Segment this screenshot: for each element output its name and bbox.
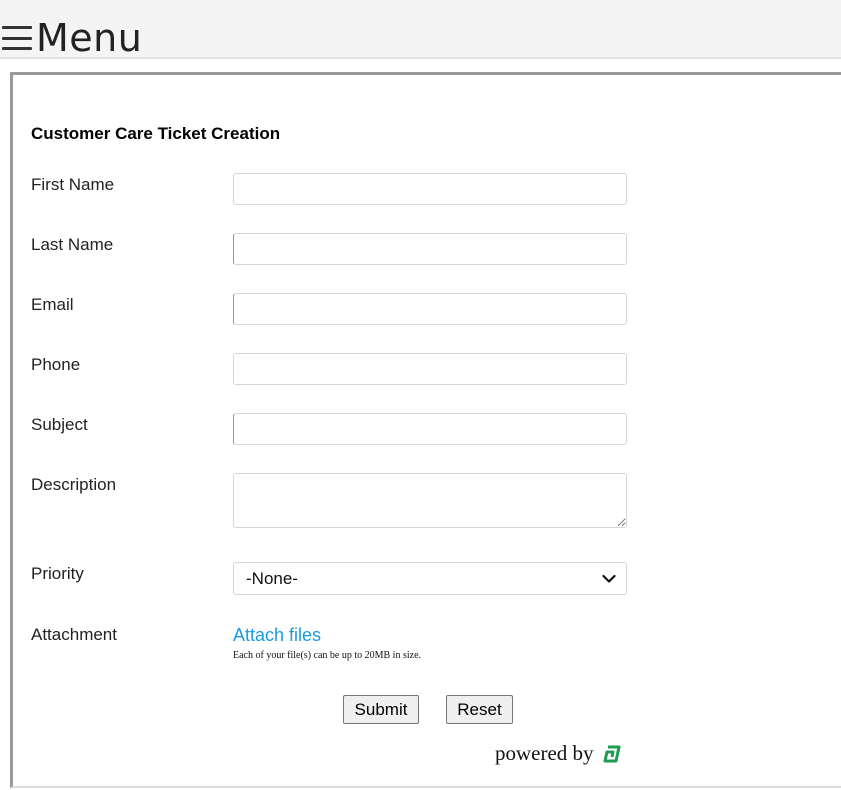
subject-input[interactable] — [233, 413, 627, 445]
form-frame: Customer Care Ticket Creation First Name… — [10, 72, 841, 788]
first-name-label: First Name — [31, 175, 115, 194]
priority-selected-value: -None- — [246, 568, 298, 588]
powered-by-text: powered by — [495, 741, 594, 765]
reset-button[interactable]: Reset — [446, 695, 513, 724]
form-title: Customer Care Ticket Creation — [31, 124, 281, 143]
chevron-down-icon — [602, 574, 616, 583]
email-input[interactable] — [233, 293, 627, 325]
attachment-label: Attachment — [31, 625, 117, 644]
powered-by: powered by — [495, 741, 622, 766]
zoho-desk-logo-icon[interactable] — [602, 744, 622, 764]
submit-button[interactable]: Submit — [343, 695, 419, 724]
description-label: Description — [31, 475, 117, 494]
attach-files-link[interactable]: Attach files — [233, 625, 321, 646]
attachment-size-note: Each of your file(s) can be up to 20MB i… — [233, 650, 422, 661]
last-name-label: Last Name — [31, 235, 114, 254]
email-label: Email — [31, 295, 74, 314]
hamburger-icon — [2, 26, 32, 50]
top-bar: Menu — [0, 0, 841, 60]
first-name-input[interactable] — [233, 173, 627, 205]
phone-input[interactable] — [233, 353, 627, 385]
subject-label: Subject — [31, 415, 88, 434]
last-name-input[interactable] — [233, 233, 627, 265]
phone-label: Phone — [31, 355, 81, 374]
priority-label: Priority — [31, 564, 84, 583]
menu-button[interactable]: Menu — [0, 16, 142, 60]
menu-label: Menu — [36, 16, 143, 60]
description-textarea[interactable] — [233, 473, 627, 528]
priority-select[interactable]: -None- — [233, 562, 627, 595]
